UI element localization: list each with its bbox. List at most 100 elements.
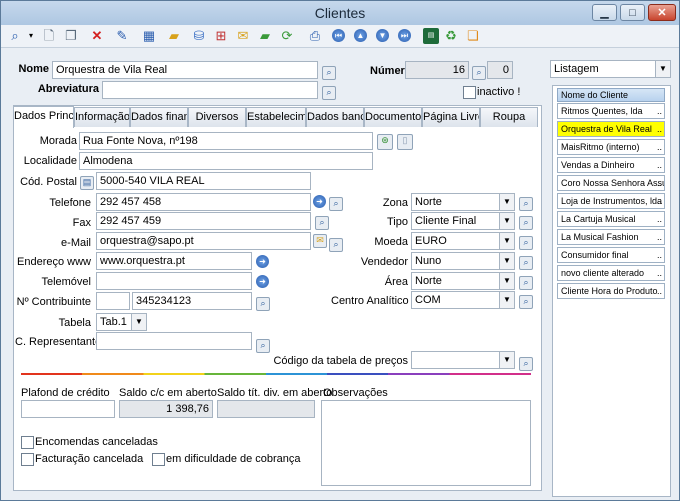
email-field[interactable]: orquestra@sapo.pt <box>96 232 311 250</box>
copy-icon[interactable]: ❐ <box>63 28 79 44</box>
list-item-more[interactable]: .. <box>657 284 662 298</box>
codigo-tabela-select[interactable]: ▼ <box>411 351 515 369</box>
fax-lookup-icon[interactable]: ⌕ <box>315 216 329 230</box>
chevron-down-icon[interactable]: ▼ <box>499 194 514 210</box>
network-icon[interactable]: ⊞ <box>213 28 229 44</box>
zona-select[interactable]: Norte ▼ <box>411 193 515 211</box>
list-item[interactable]: La Musical Fashion.. <box>557 229 665 245</box>
chevron-down-icon[interactable]: ▼ <box>499 273 514 289</box>
dificuldade-checkbox[interactable] <box>152 453 165 466</box>
facturacao-checkbox[interactable] <box>21 453 34 466</box>
tab-dados-principais[interactable]: Dados Princip <box>13 106 74 128</box>
list-item[interactable]: La Cartuja Musical.. <box>557 211 665 227</box>
telemovel-go-icon[interactable]: ➜ <box>256 275 269 288</box>
title-bar[interactable]: Clientes ▁ □ ✕ <box>1 1 679 25</box>
abreviatura-field[interactable] <box>102 81 318 99</box>
open-folder-icon[interactable]: ▰ <box>166 28 182 44</box>
previous-record-icon[interactable]: ▲ <box>353 28 369 44</box>
list-item-selected[interactable]: Orquestra de Vila Real.. <box>557 121 665 137</box>
new-document-icon[interactable]: 🗋 <box>41 28 57 44</box>
list-item[interactable]: Consumidor final.. <box>557 247 665 263</box>
sync-icon[interactable]: ♻ <box>443 28 459 44</box>
abreviatura-lookup-icon[interactable]: ⌕ <box>322 86 336 100</box>
contribuinte-field[interactable]: 345234123 <box>132 292 252 310</box>
representante-lookup-icon[interactable]: ⌕ <box>256 339 270 353</box>
list-item[interactable]: MaisRitmo (interno).. <box>557 139 665 155</box>
first-record-icon[interactable]: ⏮ <box>331 28 347 44</box>
list-item-more[interactable]: .. <box>657 122 662 136</box>
area-lookup-icon[interactable]: ⌕ <box>519 276 533 290</box>
moeda-lookup-icon[interactable]: ⌕ <box>519 236 533 250</box>
www-go-icon[interactable]: ➜ <box>256 255 269 268</box>
chevron-down-icon[interactable]: ▾ <box>23 28 39 44</box>
notes-icon[interactable]: ❏ <box>465 28 481 44</box>
telemovel-field[interactable] <box>96 272 252 290</box>
close-button[interactable]: ✕ <box>648 4 676 21</box>
numero-field[interactable]: 16 <box>405 61 469 79</box>
list-item-more[interactable]: .. <box>657 104 662 118</box>
chevron-down-icon[interactable]: ▼ <box>499 253 514 269</box>
contribuinte-lookup-icon[interactable]: ⌕ <box>256 297 270 311</box>
inactivo-checkbox[interactable] <box>463 86 476 99</box>
chevron-down-icon[interactable]: ▼ <box>655 61 670 77</box>
list-item-more[interactable]: .. <box>657 248 662 262</box>
centro-analitico-lookup-icon[interactable]: ⌕ <box>519 295 533 309</box>
tab-estabelecimentos[interactable]: Estabelecimer <box>246 107 306 127</box>
fax-field[interactable]: 292 457 459 <box>96 212 311 230</box>
chevron-down-icon[interactable]: ▼ <box>499 292 514 308</box>
observacoes-field[interactable] <box>321 400 531 486</box>
area-select[interactable]: Norte ▼ <box>411 272 515 290</box>
mail-icon[interactable]: ✉ <box>235 28 251 44</box>
saldo-tit-field[interactable] <box>217 400 315 418</box>
minimize-button[interactable]: ▁ <box>592 4 617 21</box>
edit-icon[interactable]: ✎ <box>114 28 130 44</box>
search-icon[interactable]: ⌕ <box>7 28 23 44</box>
map-icon[interactable]: ⊛ <box>377 134 393 150</box>
zona-lookup-icon[interactable]: ⌕ <box>519 197 533 211</box>
grid-icon[interactable]: ▦ <box>141 28 157 44</box>
nome-field[interactable]: Orquestra de Vila Real <box>52 61 318 79</box>
print-preview-icon[interactable]: ⎙ <box>307 28 323 44</box>
export-folder-icon[interactable]: ▰ <box>257 28 273 44</box>
last-record-icon[interactable]: ⏭ <box>397 28 413 44</box>
list-column-header[interactable]: Nome do Cliente <box>557 88 665 102</box>
tabela-select[interactable]: Tab.1 ▼ <box>96 313 147 331</box>
refresh-icon[interactable]: ⟳ <box>279 28 295 44</box>
delete-icon[interactable]: ✕ <box>89 28 105 44</box>
list-item[interactable]: Ritmos Quentes, lda.. <box>557 103 665 119</box>
list-item-more[interactable]: .. <box>657 212 662 226</box>
email-send-icon[interactable]: ✉ <box>313 234 327 248</box>
list-item[interactable]: Cliente Hora do Produto.. <box>557 283 665 299</box>
listagem-select[interactable]: Listagem ▼ <box>550 60 671 78</box>
tipo-select[interactable]: Cliente Final ▼ <box>411 212 515 230</box>
numero-lookup-icon[interactable]: ⌕ <box>472 66 486 80</box>
next-record-icon[interactable]: ▼ <box>375 28 391 44</box>
list-item[interactable]: Coro Nossa Senhora Assunçã.. <box>557 175 665 191</box>
maximize-button[interactable]: □ <box>620 4 645 21</box>
representante-field[interactable] <box>96 332 252 350</box>
chevron-down-icon[interactable]: ▼ <box>499 213 514 229</box>
chevron-down-icon[interactable]: ▼ <box>499 352 514 368</box>
list-item-more[interactable]: .. <box>657 194 662 208</box>
list-item-more[interactable]: .. <box>657 158 662 172</box>
database-icon[interactable]: ⛁ <box>191 28 207 44</box>
saldo-cc-field[interactable]: 1 398,76 <box>119 400 213 418</box>
plafond-field[interactable] <box>21 400 115 418</box>
chevron-down-icon[interactable]: ▼ <box>499 233 514 249</box>
moeda-select[interactable]: EURO ▼ <box>411 232 515 250</box>
postal-lookup-icon[interactable]: ▤ <box>80 176 94 190</box>
list-item[interactable]: Loja de Instrumentos, lda.. <box>557 193 665 209</box>
tab-pagina-livre[interactable]: Página Livre <box>422 107 480 127</box>
tab-dados-financeiros[interactable]: Dados financ <box>130 107 188 127</box>
chevron-down-icon[interactable]: ▼ <box>131 314 146 330</box>
contribuinte-prefix-field[interactable] <box>96 292 130 310</box>
localidade-field[interactable]: Almodena <box>79 152 373 170</box>
telefone-field[interactable]: 292 457 458 <box>96 193 311 211</box>
list-item[interactable]: Vendas a Dinheiro.. <box>557 157 665 173</box>
list-item-more[interactable]: .. <box>657 140 662 154</box>
list-item-more[interactable]: .. <box>657 266 662 280</box>
tab-documentos[interactable]: Documentos <box>364 107 422 127</box>
book-icon[interactable]: ▯ <box>397 134 413 150</box>
vendedor-select[interactable]: Nuno ▼ <box>411 252 515 270</box>
list-item-more[interactable]: .. <box>657 230 662 244</box>
